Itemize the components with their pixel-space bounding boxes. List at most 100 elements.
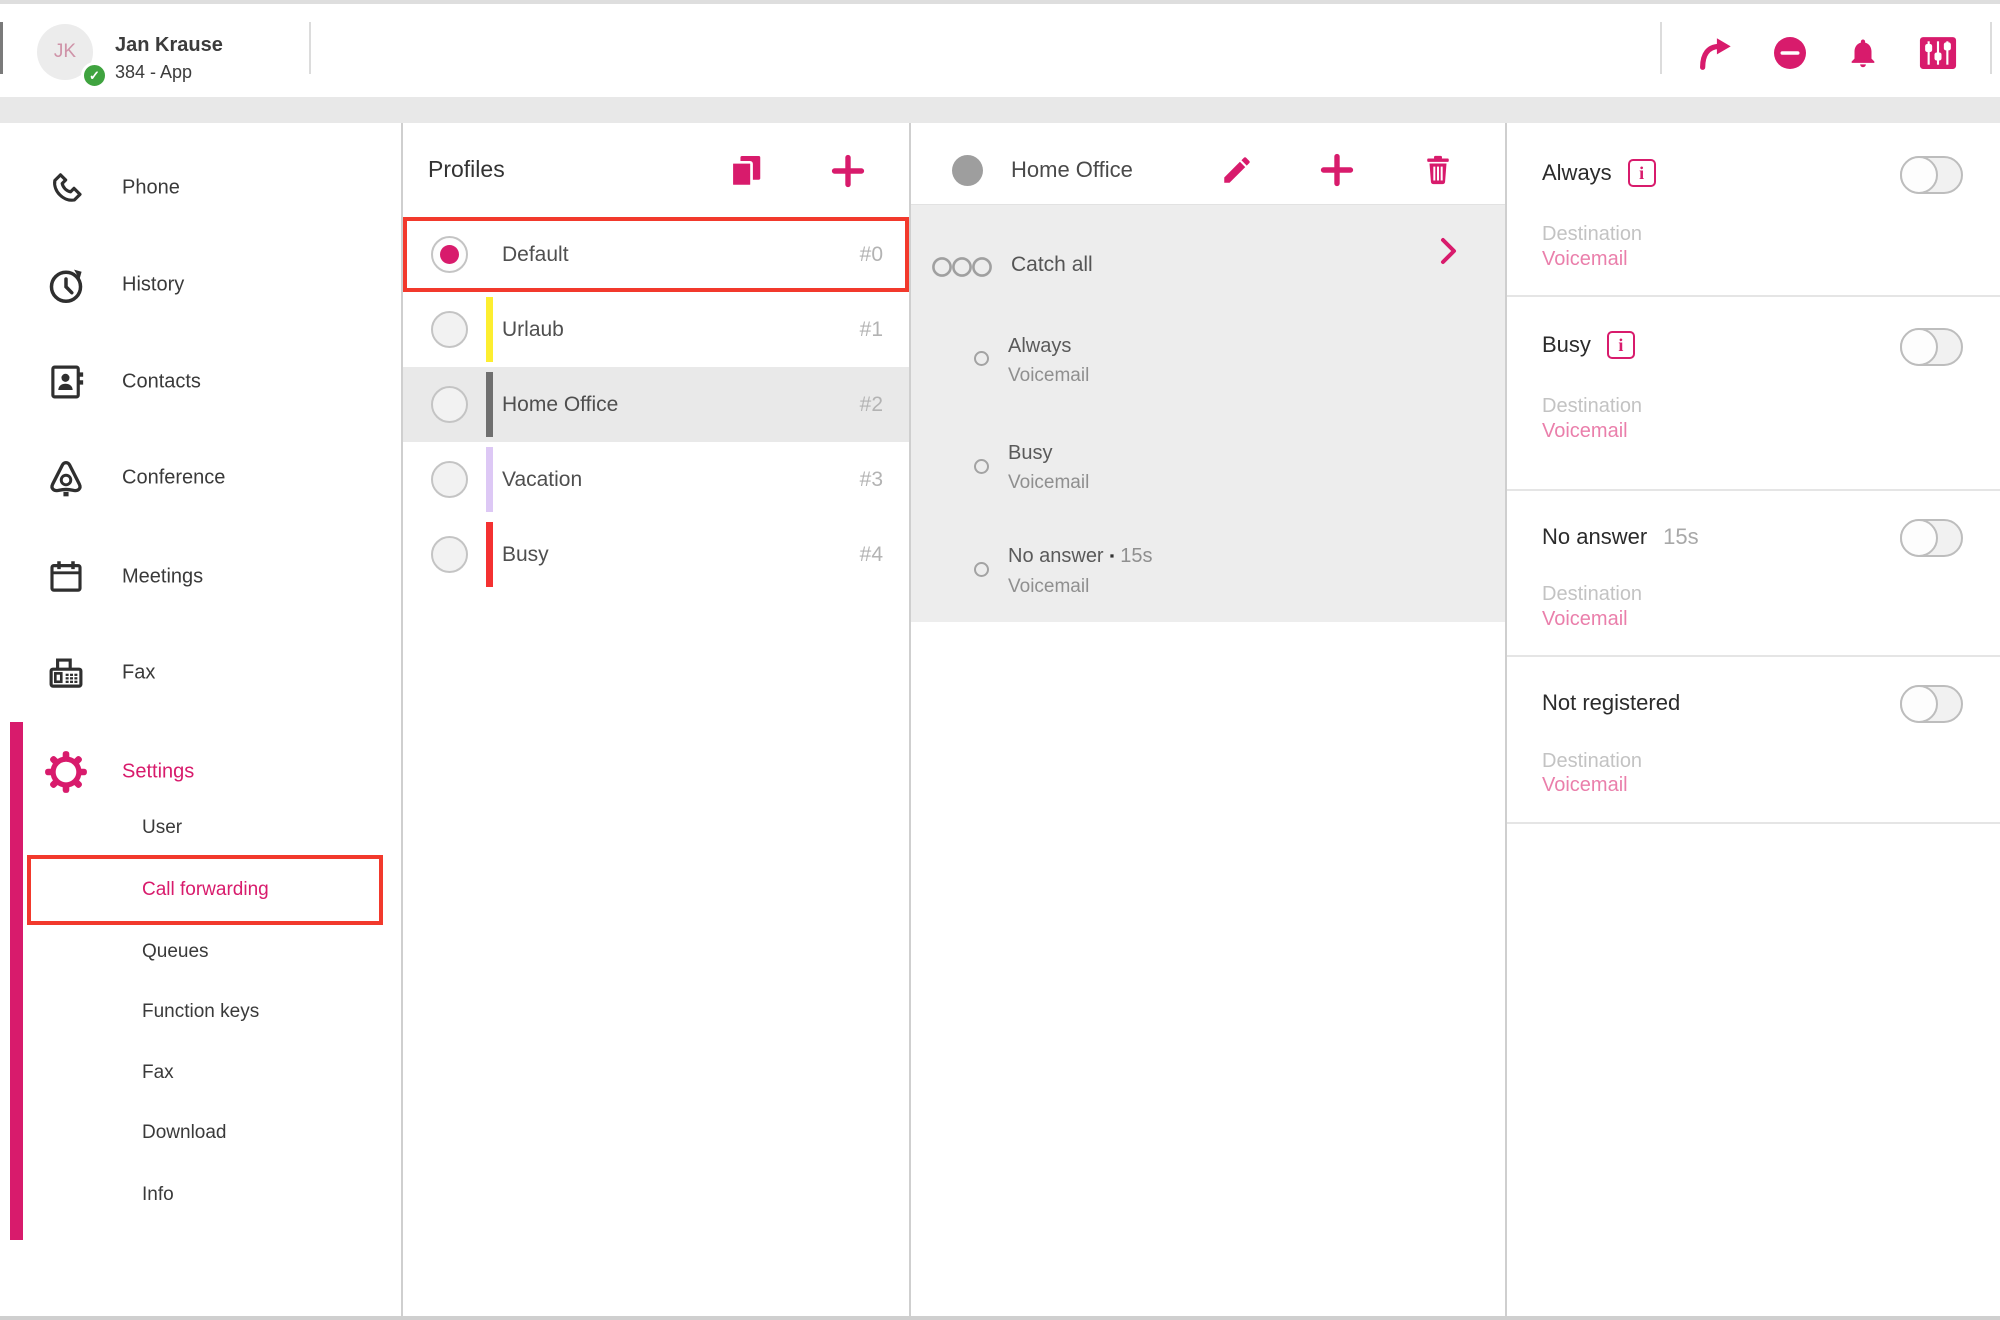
profile-radio[interactable] — [431, 461, 468, 498]
profile-color-bar — [486, 522, 493, 587]
forwarding-title: Not registered — [1542, 690, 1680, 716]
sidebar-item-contacts[interactable]: Contacts — [0, 358, 401, 406]
rule-title: Always — [1008, 335, 1071, 358]
forwarding-panel: Always i Destination Voicemail Busy i De… — [1507, 123, 2000, 1316]
sidebar-item-label: Settings — [122, 761, 194, 784]
profile-detail-title: Home Office — [1011, 157, 1133, 183]
profile-number: #4 — [860, 543, 883, 567]
rule-bullet-icon — [974, 459, 989, 474]
sidebar-item-meetings[interactable]: Meetings — [0, 553, 401, 601]
profile-name: Vacation — [502, 468, 582, 492]
sidebar-subitem-label: Fax — [142, 1062, 174, 1084]
user-extension: 384 - App — [115, 62, 192, 83]
profile-name: Home Office — [502, 393, 618, 417]
destination-value: Voicemail — [1542, 248, 1628, 271]
busy-toggle[interactable] — [1900, 328, 1963, 366]
toggle-knob — [1900, 685, 1938, 723]
notifications-icon[interactable] — [1841, 33, 1885, 73]
sidebar-item-conference[interactable]: Conference — [0, 454, 401, 502]
profile-radio[interactable] — [431, 536, 468, 573]
destination-label: Destination — [1542, 223, 1642, 246]
profile-number: #2 — [860, 393, 883, 417]
profile-number: #3 — [860, 468, 883, 492]
profile-row-home-office[interactable]: Home Office #2 — [403, 367, 909, 442]
sidebar-subitem-label: Function keys — [142, 1001, 259, 1023]
no-answer-toggle[interactable] — [1900, 519, 1963, 557]
settings-icon — [44, 750, 88, 794]
delete-profile-icon[interactable] — [1416, 150, 1460, 190]
profile-color-bar — [486, 447, 493, 512]
chevron-right-icon[interactable] — [1439, 237, 1459, 265]
not-registered-toggle[interactable] — [1900, 685, 1963, 723]
add-profile-icon[interactable] — [826, 151, 870, 191]
status-badge: ✓ — [81, 62, 108, 89]
toggle-knob — [1900, 156, 1938, 194]
edit-profile-icon[interactable] — [1215, 150, 1259, 190]
rule-destination: Voicemail — [1008, 365, 1089, 387]
profile-row-busy[interactable]: Busy #4 — [403, 517, 909, 592]
fax-icon — [44, 651, 88, 695]
sidebar-item-info[interactable]: Info — [0, 1175, 401, 1215]
profile-name: Urlaub — [502, 318, 564, 342]
sidebar-item-phone[interactable]: Phone — [0, 164, 401, 212]
contacts-icon — [44, 360, 88, 404]
profile-radio[interactable] — [431, 386, 468, 423]
profile-detail-header: Home Office — [911, 123, 1505, 205]
destination-label: Destination — [1542, 583, 1642, 606]
profile-name: Default — [502, 243, 569, 267]
audio-settings-icon[interactable] — [1916, 33, 1960, 73]
section-divider — [1507, 655, 2000, 657]
softphone-app: JK ✓ Jan Krause 384 - App — [0, 0, 2000, 1320]
sidebar-item-label: Contacts — [122, 371, 201, 394]
profile-radio[interactable] — [431, 236, 468, 273]
sidebar-item-label: Fax — [122, 662, 155, 685]
sidebar-subitem-label: Info — [142, 1184, 174, 1206]
sidebar-item-label: History — [122, 274, 184, 297]
profile-row-default[interactable]: Default #0 — [403, 217, 909, 292]
forwarding-title: No answer 15s — [1542, 524, 1699, 550]
main-area: Phone History Contacts Conference — [0, 123, 2000, 1316]
sidebar-item-label: Phone — [122, 177, 180, 200]
add-rule-icon[interactable] — [1315, 150, 1359, 190]
phone-icon — [44, 166, 88, 210]
sidebar-item-history[interactable]: History — [0, 261, 401, 309]
profile-row-vacation[interactable]: Vacation #3 — [403, 442, 909, 517]
sidebar-item-fax-settings[interactable]: Fax — [0, 1053, 401, 1093]
header-divider — [1660, 22, 1662, 74]
catch-all-label: Catch all — [1011, 253, 1093, 277]
destination-label: Destination — [1542, 750, 1642, 773]
sidebar-item-function-keys[interactable]: Function keys — [0, 992, 401, 1032]
sidebar-subitem-label: Call forwarding — [142, 879, 269, 901]
profile-detail-panel: Home Office Catch all — [911, 123, 1507, 1316]
profile-radio[interactable] — [431, 311, 468, 348]
destination-value: Voicemail — [1542, 774, 1628, 797]
forwarding-title: Busy i — [1542, 331, 1635, 359]
user-name: Jan Krause — [115, 34, 223, 57]
sidebar-item-settings[interactable]: Settings — [0, 748, 401, 796]
header-content-divider — [0, 97, 2000, 123]
window-edge-tick — [0, 22, 3, 74]
do-not-disturb-icon[interactable] — [1768, 33, 1812, 73]
sidebar-subitem-label: User — [142, 817, 182, 839]
sidebar-item-user[interactable]: User — [0, 808, 401, 848]
sidebar-active-section-bar — [10, 722, 23, 1240]
profile-row-urlaub[interactable]: Urlaub #1 — [403, 292, 909, 367]
forward-call-icon[interactable] — [1693, 33, 1737, 73]
profile-name: Busy — [502, 543, 549, 567]
sidebar-item-label: Conference — [122, 467, 225, 490]
always-toggle[interactable] — [1900, 156, 1963, 194]
profiles-panel: Profiles Default #0 Urlaub #1 — [403, 123, 911, 1316]
profile-color-bar — [486, 372, 493, 437]
sidebar-item-call-forwarding[interactable]: Call forwarding — [0, 870, 401, 910]
rule-timeout: 15s — [1120, 545, 1152, 567]
window-bottom-edge — [0, 1316, 2000, 1320]
profile-number: #0 — [860, 243, 883, 267]
info-icon[interactable]: i — [1628, 159, 1656, 187]
history-icon — [44, 263, 88, 307]
sidebar-item-download[interactable]: Download — [0, 1113, 401, 1153]
forwarding-title: Always i — [1542, 159, 1656, 187]
copy-profile-icon[interactable] — [724, 151, 768, 191]
info-icon[interactable]: i — [1607, 331, 1635, 359]
sidebar-item-queues[interactable]: Queues — [0, 932, 401, 972]
sidebar-item-fax[interactable]: Fax — [0, 649, 401, 697]
